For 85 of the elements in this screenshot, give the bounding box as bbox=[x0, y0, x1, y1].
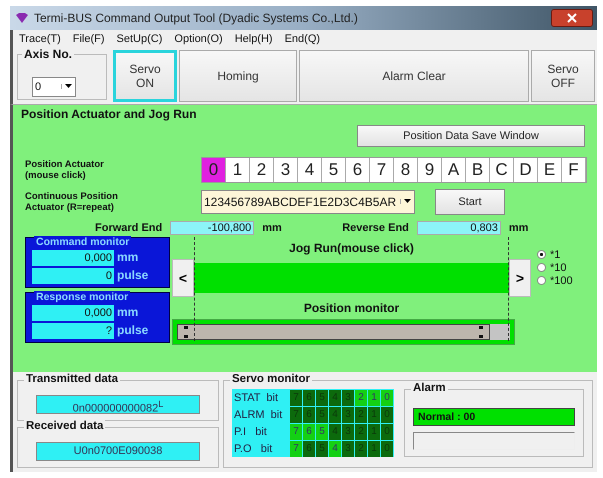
bit-indicator: 4 bbox=[329, 440, 341, 456]
group-title: Transmitted data bbox=[24, 373, 120, 385]
position-button[interactable]: A bbox=[442, 158, 466, 182]
jog-left-button[interactable]: < bbox=[172, 258, 194, 297]
dropdown-arrow-icon bbox=[400, 199, 412, 204]
close-icon bbox=[567, 12, 577, 23]
bit-row-label: P.I bit bbox=[234, 426, 268, 438]
position-button[interactable]: C bbox=[490, 158, 514, 182]
bit-indicator: 0 bbox=[381, 390, 393, 406]
bit-indicator: 7 bbox=[290, 424, 302, 440]
position-button[interactable]: D bbox=[514, 158, 538, 182]
position-button[interactable]: 0 bbox=[202, 158, 226, 182]
radio-label: *100 bbox=[550, 274, 573, 287]
unit-label: mm bbox=[508, 222, 530, 234]
position-button[interactable]: 7 bbox=[370, 158, 394, 182]
group-title: Servo monitor bbox=[230, 373, 312, 385]
position-button[interactable]: 8 bbox=[394, 158, 418, 182]
bit-indicator: 6 bbox=[303, 424, 315, 440]
menu-item[interactable]: Help(H) bbox=[234, 32, 273, 45]
panel-title: Position Actuator and Jog Run bbox=[21, 106, 197, 121]
monitor-value: 0,000 bbox=[32, 304, 114, 321]
position-button[interactable]: 3 bbox=[274, 158, 298, 182]
app-icon bbox=[16, 12, 28, 23]
bit-indicator: 2 bbox=[355, 390, 367, 406]
received-data-field: U0n0700E090038 bbox=[36, 442, 200, 461]
position-button[interactable]: 9 bbox=[418, 158, 442, 182]
jog-title: Jog Run(mouse click) bbox=[289, 240, 414, 255]
radio-button[interactable] bbox=[537, 263, 546, 272]
toolbar-button[interactable]: Homing bbox=[179, 50, 297, 102]
menu-item[interactable]: Option(O) bbox=[174, 32, 223, 45]
continuous-label: Continuous Position Actuator (R=repeat) bbox=[25, 190, 119, 213]
monitor-value: 0,000 bbox=[32, 250, 114, 266]
toolbar-button[interactable]: Servo OFF bbox=[531, 50, 595, 102]
position-button[interactable]: 2 bbox=[250, 158, 274, 182]
alarm-status: Normal : 00 bbox=[413, 408, 575, 426]
monitor-value: ? bbox=[32, 322, 114, 339]
position-button[interactable]: B bbox=[466, 158, 490, 182]
menu-item[interactable]: File(F) bbox=[72, 32, 105, 45]
window-title: Termi-BUS Command Output Tool (Dyadic Systems Co.,Ltd.) bbox=[34, 10, 359, 25]
start-button[interactable]: Start bbox=[435, 188, 505, 215]
toolbar-button[interactable]: Alarm Clear bbox=[299, 50, 529, 102]
monitor-value: 0 bbox=[32, 268, 114, 284]
close-button[interactable] bbox=[551, 8, 593, 27]
dropdown-arrow-icon bbox=[61, 84, 73, 90]
unit-label: mm bbox=[117, 250, 138, 266]
position-button[interactable]: 1 bbox=[226, 158, 250, 182]
monitor-title: Command monitor bbox=[34, 236, 132, 248]
group-title: Received data bbox=[24, 420, 106, 432]
unit-label: pulse bbox=[117, 268, 148, 284]
radio-button[interactable] bbox=[537, 276, 546, 286]
bit-row-label: ALRM bit bbox=[234, 408, 284, 420]
menu-item[interactable]: Trace(T) bbox=[19, 32, 61, 45]
position-button[interactable]: 6 bbox=[346, 158, 370, 182]
position-button[interactable]: F bbox=[562, 158, 586, 182]
radio-button[interactable] bbox=[537, 250, 546, 260]
position-actuator-label: Position Actuator (mouse click) bbox=[25, 158, 105, 181]
unit-label: mm bbox=[117, 304, 138, 321]
menu-item[interactable]: End(Q) bbox=[284, 32, 320, 45]
toolbar-button[interactable]: Servo ON bbox=[113, 50, 177, 102]
axis-label: Axis No. bbox=[22, 46, 74, 61]
position-monitor-title: Position monitor bbox=[304, 300, 400, 315]
unit-label: mm bbox=[262, 222, 283, 234]
save-window-button[interactable]: Position Data Save Window bbox=[357, 124, 585, 147]
end-value-field[interactable]: -100,800 bbox=[170, 220, 254, 235]
position-button[interactable]: 5 bbox=[322, 158, 346, 182]
group-title: Alarm bbox=[411, 382, 448, 394]
end-label: Forward End bbox=[95, 222, 162, 234]
position-button[interactable]: E bbox=[538, 158, 562, 182]
continuous-sequence-dropdown[interactable]: 123456789ABCDEF1E2D3C4B5AR bbox=[201, 190, 415, 214]
radio-label: *10 bbox=[550, 262, 567, 274]
monitor-title: Response monitor bbox=[34, 290, 130, 303]
jog-right-button[interactable]: > bbox=[509, 258, 531, 297]
axis-dropdown[interactable]: 0 bbox=[32, 76, 76, 97]
bit-row-label: P.O bit bbox=[234, 442, 274, 454]
end-value-field[interactable]: 0,803 bbox=[416, 220, 501, 235]
position-button[interactable]: 4 bbox=[298, 158, 322, 182]
radio-label: *1 bbox=[550, 248, 560, 261]
transmitted-data-field: 0n000000000082$^{L}$ bbox=[36, 395, 200, 414]
unit-label: pulse bbox=[117, 322, 148, 339]
bit-row-label: STAT bit bbox=[234, 392, 280, 404]
menu-item[interactable]: SetUp(C) bbox=[116, 32, 162, 45]
bit-indicator: 5 bbox=[316, 424, 328, 440]
bit-indicator: 7 bbox=[290, 440, 302, 456]
bit-indicator: 1 bbox=[368, 390, 380, 406]
end-label: Reverse End bbox=[342, 222, 409, 234]
